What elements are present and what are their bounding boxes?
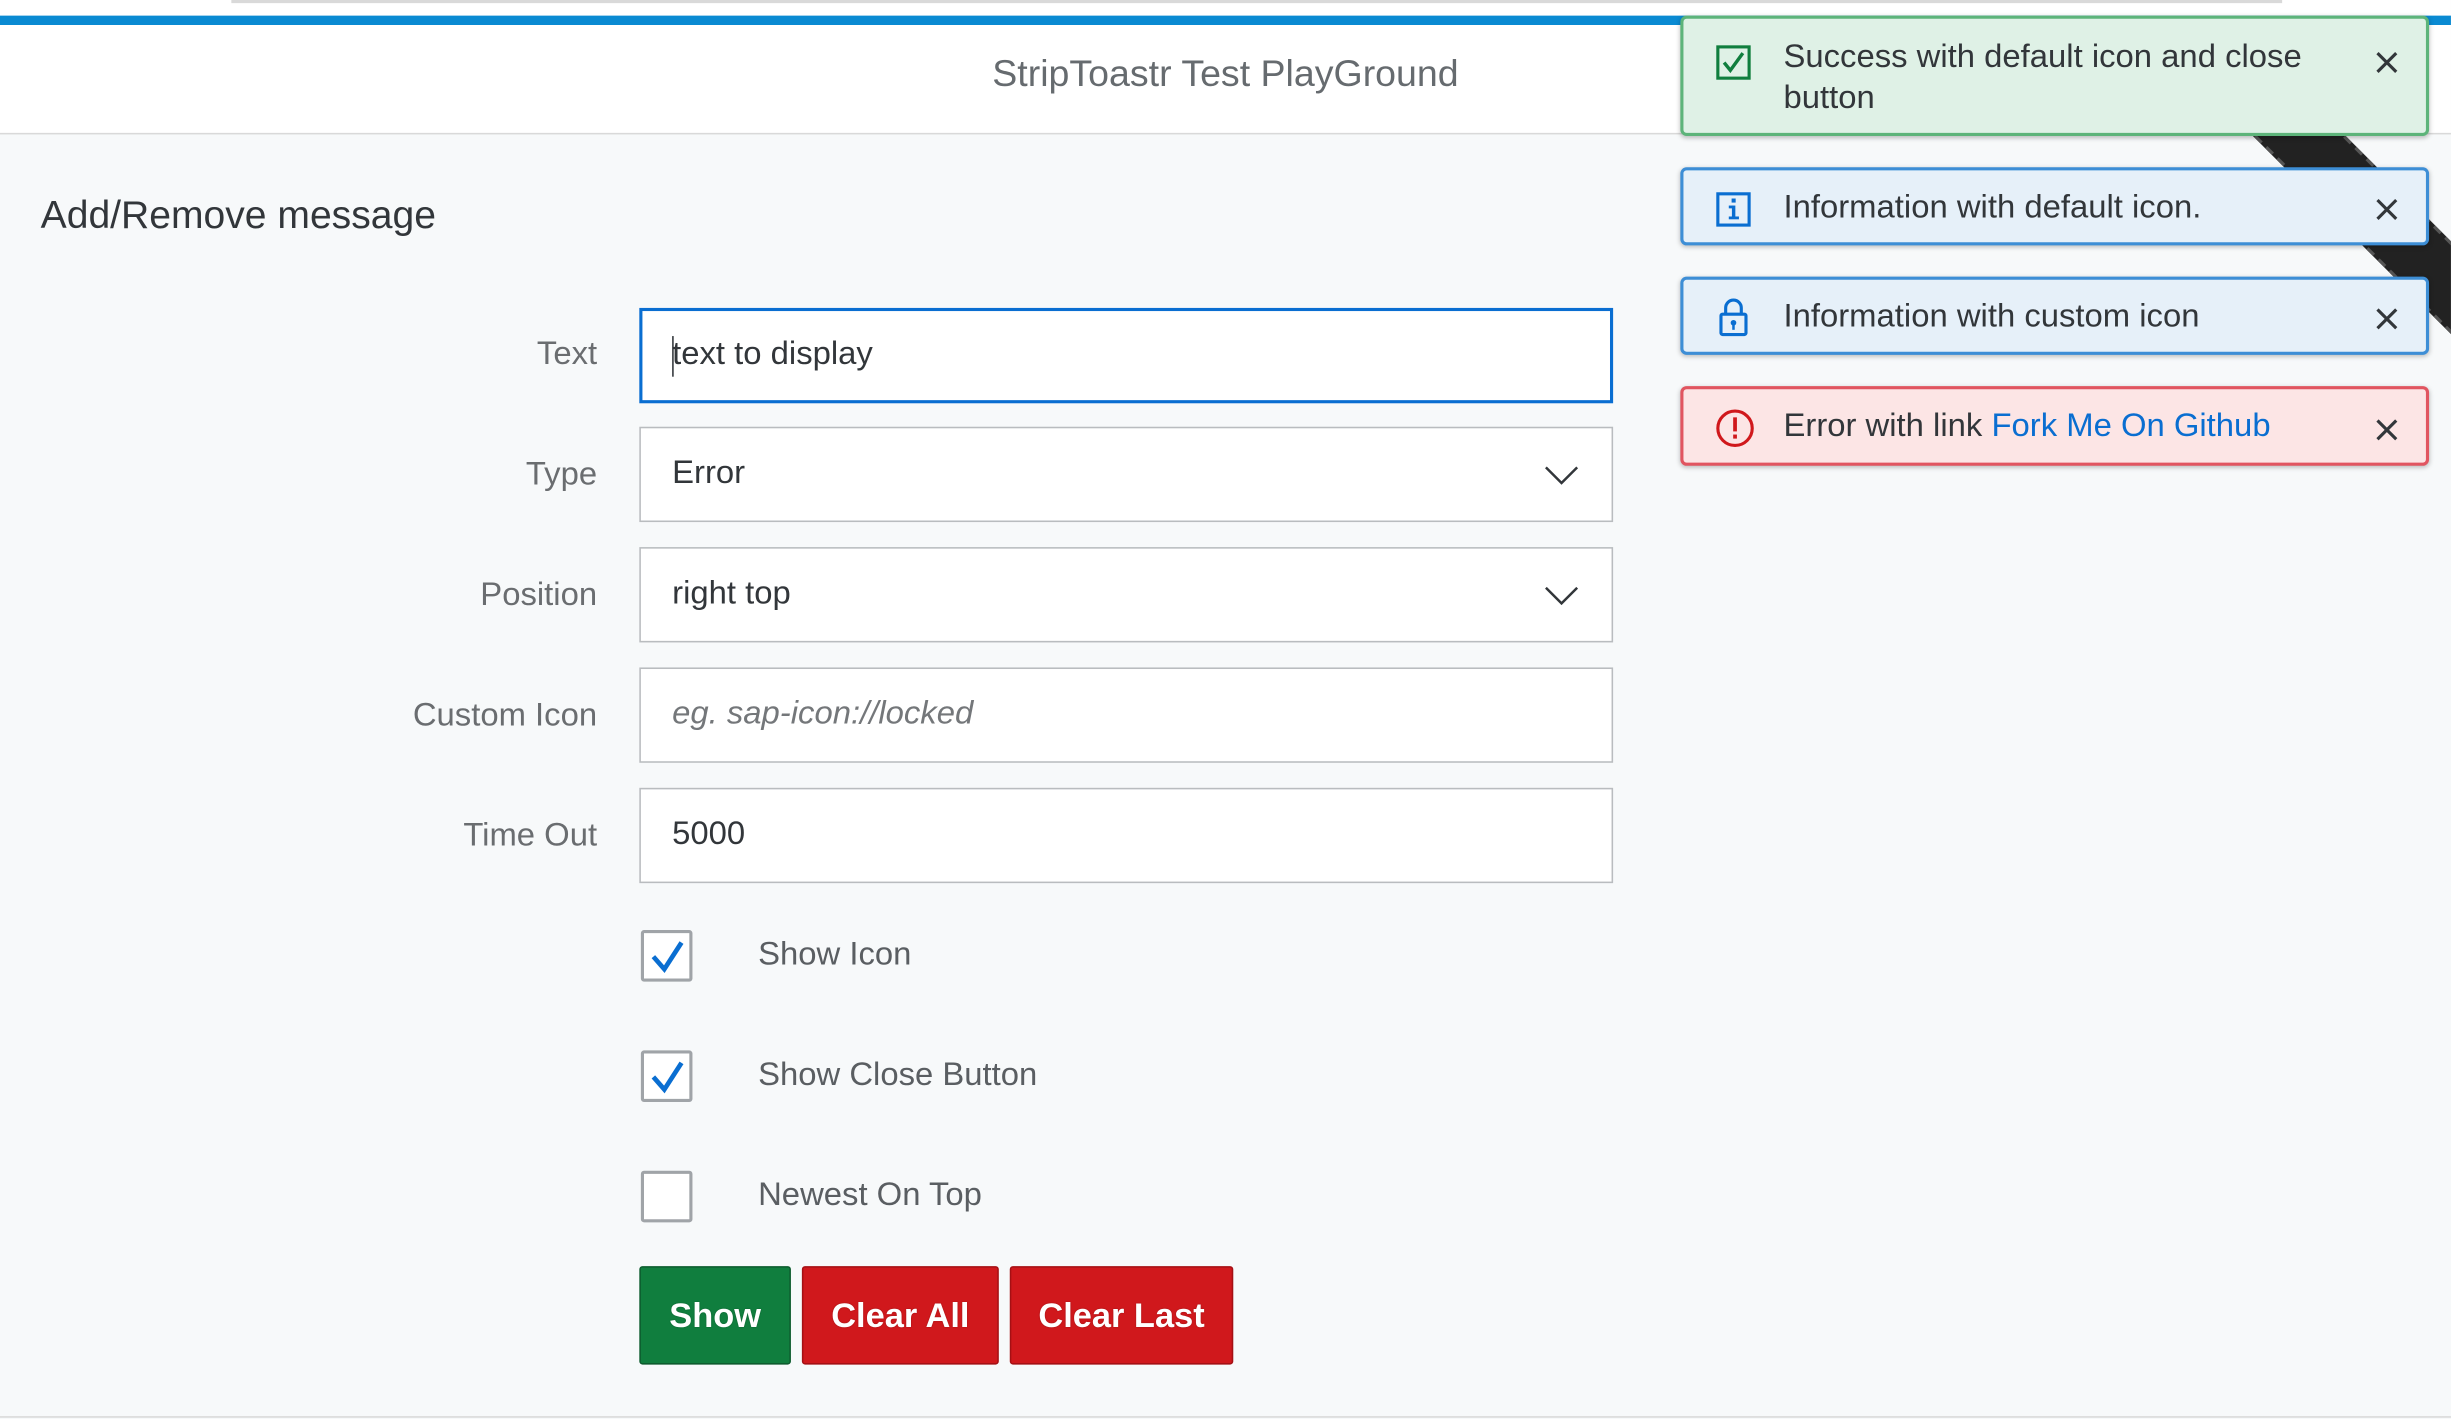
type-select[interactable]: Error (639, 426, 1614, 523)
close-icon[interactable] (2373, 48, 2401, 76)
checkmark-icon (651, 1061, 684, 1094)
custom-icon-label: Custom Icon (412, 697, 598, 734)
close-icon[interactable] (2373, 305, 2401, 333)
time-out-input[interactable]: 5000 (639, 787, 1614, 884)
checkmark-icon (651, 941, 684, 974)
app-window: StripToastr Test PlayGround Add/Remove m… (0, 0, 2451, 1419)
text-label: Text (536, 336, 598, 373)
time-out-value: 5000 (672, 815, 746, 852)
custom-icon-placeholder: eg. sap-icon://locked (672, 695, 974, 732)
newest-on-top-label: Newest On Top (758, 1177, 982, 1213)
position-select-value: right top (672, 575, 791, 612)
lock-icon (1719, 298, 1748, 337)
text-input[interactable]: text to display (639, 307, 1614, 404)
custom-icon-input[interactable]: eg. sap-icon://locked (639, 667, 1614, 763)
show-icon-label: Show Icon (758, 936, 912, 973)
info-icon (1716, 192, 1751, 227)
alert-circle-icon (1716, 409, 1754, 448)
fork-me-on-github-link[interactable]: Fork Me On Github (1991, 408, 2270, 444)
chevron-down-icon[interactable] (1543, 456, 1581, 494)
toast-error: Error with link Fork Me On Github (1680, 386, 2430, 466)
position-label: Position (480, 576, 598, 613)
toast-success: Success with default icon and close butt… (1680, 15, 2430, 136)
show-close-button-checkbox[interactable] (640, 1050, 693, 1102)
close-icon[interactable] (2373, 195, 2401, 223)
check-square-icon (1716, 45, 1751, 80)
horizontal-scrollbar[interactable] (231, 0, 2283, 4)
clear-all-button[interactable]: Clear All (801, 1266, 999, 1365)
time-out-label: Time Out (463, 817, 598, 854)
toast-info-default-text: Information with default icon. (1783, 189, 2202, 226)
footer-divider (0, 1416, 2451, 1418)
close-icon[interactable] (2373, 416, 2401, 444)
type-label: Type (525, 456, 598, 493)
toast-info-custom: Information with custom icon (1680, 276, 2430, 355)
toast-info-default: Information with default icon. (1680, 167, 2430, 246)
show-button[interactable]: Show (639, 1266, 791, 1365)
toast-error-message: Error with link (1783, 407, 1983, 444)
newest-on-top-checkbox[interactable] (640, 1170, 693, 1223)
toast-info-custom-text: Information with custom icon (1783, 298, 2200, 335)
position-select[interactable]: right top (639, 547, 1614, 643)
browser-top-strip (0, 0, 2451, 16)
chevron-down-icon[interactable] (1543, 577, 1581, 615)
toast-error-text: Error with link Fork Me On Github (1783, 406, 2270, 447)
section-title: Add/Remove message (40, 193, 436, 238)
type-select-value: Error (672, 454, 746, 491)
clear-last-button[interactable]: Clear Last (1009, 1266, 1234, 1365)
show-close-button-label: Show Close Button (758, 1056, 1038, 1093)
text-input-value: text to display (672, 336, 873, 373)
toast-success-text: Success with default icon and close butt… (1783, 39, 2302, 116)
show-icon-checkbox[interactable] (640, 930, 693, 982)
